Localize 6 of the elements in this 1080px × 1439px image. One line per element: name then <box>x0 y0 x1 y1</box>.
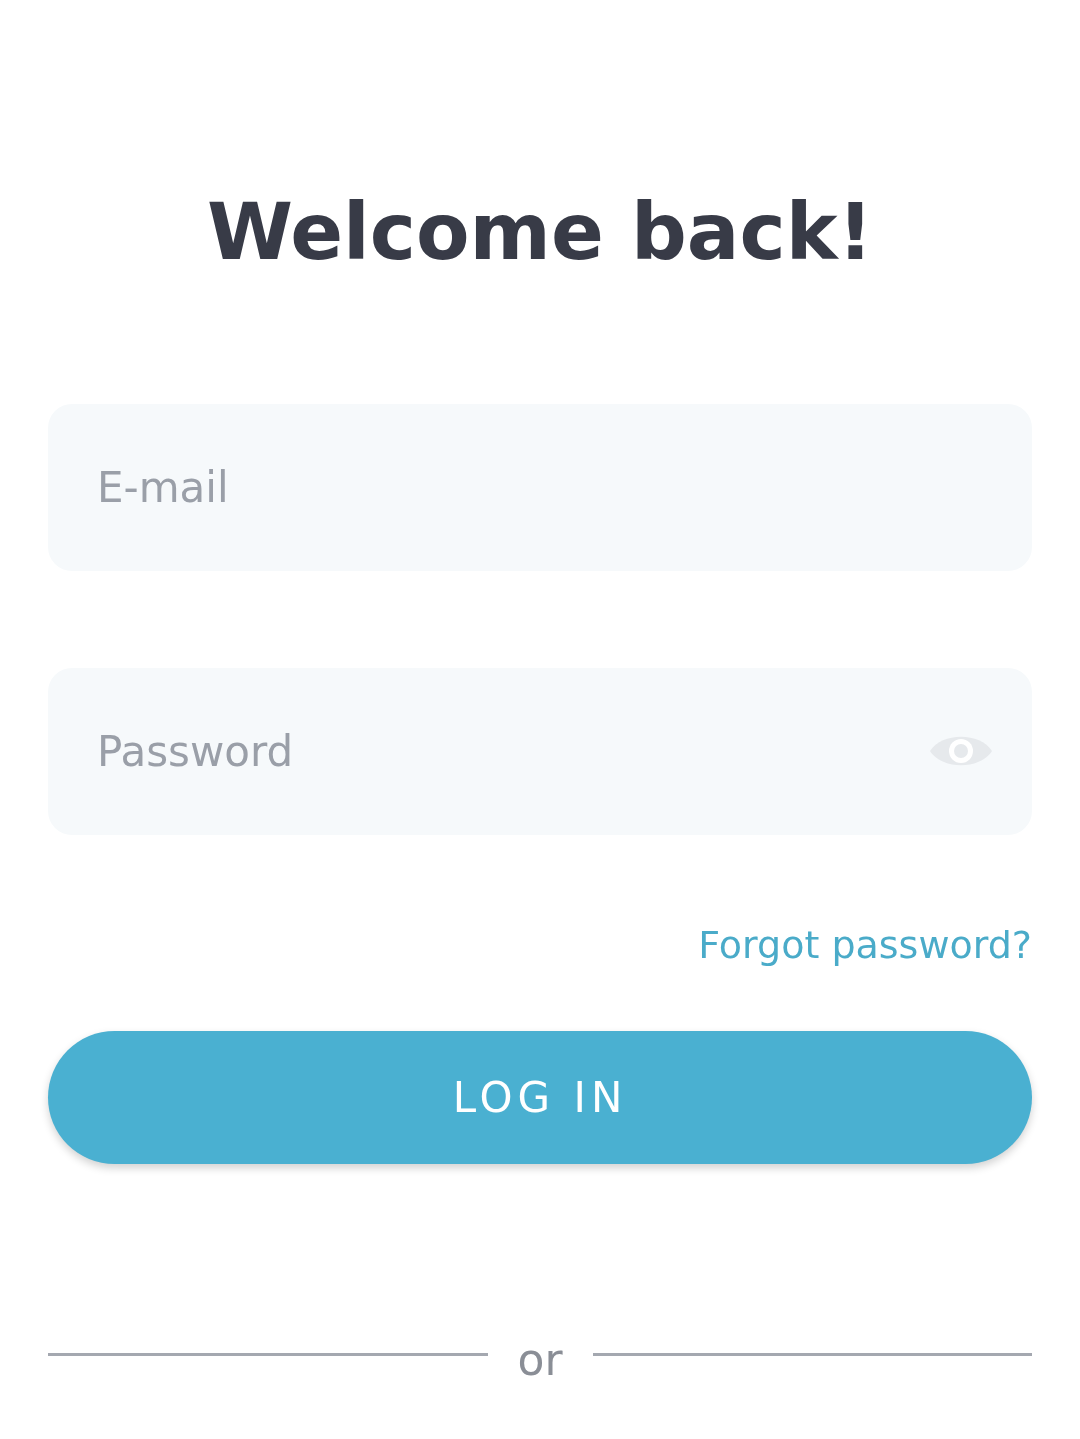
log-in-button[interactable]: LOG IN <box>48 1031 1032 1164</box>
forgot-password-link[interactable]: Forgot password? <box>698 923 1032 967</box>
divider-label: or <box>517 1333 563 1385</box>
email-field[interactable]: E-mail <box>48 404 1032 571</box>
welcome-title: Welcome back! <box>206 186 874 279</box>
password-field[interactable]: Password <box>48 668 1032 835</box>
